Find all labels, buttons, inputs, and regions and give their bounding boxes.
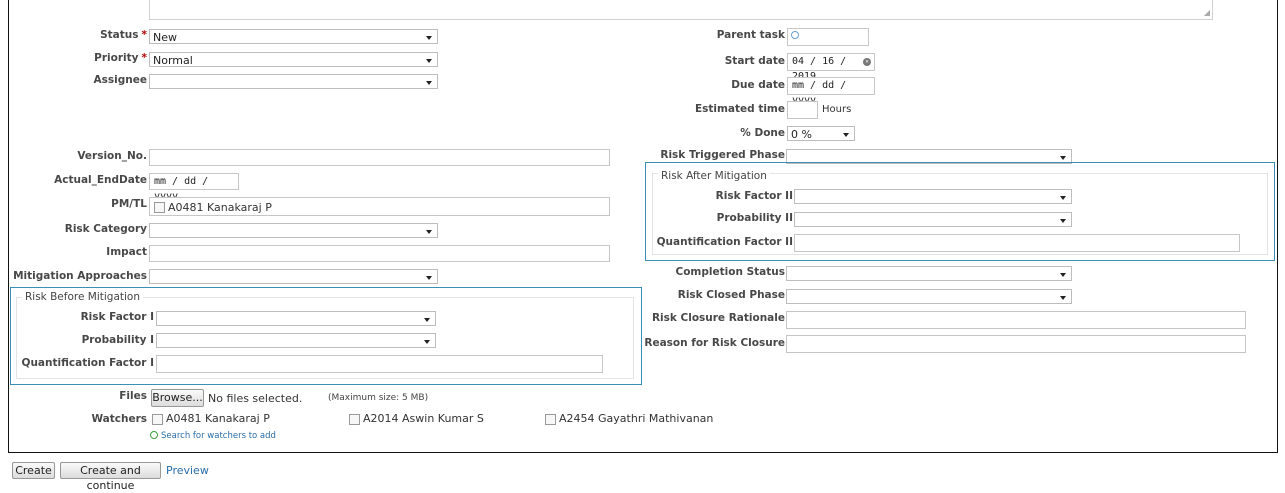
mitigation-approaches-select[interactable] — [149, 269, 438, 284]
risk-closed-phase-select[interactable] — [786, 289, 1072, 304]
probability-i-select[interactable] — [156, 333, 436, 348]
probability-ii-select[interactable] — [794, 212, 1072, 227]
search-icon — [791, 31, 799, 39]
completion-status-select[interactable] — [786, 266, 1072, 281]
completion-status-label: Completion Status — [675, 266, 785, 278]
chevron-down-icon — [1060, 273, 1066, 277]
watcher-name: A2454 Gayathri Mathivanan — [559, 412, 714, 425]
risk-factor-ii-select[interactable] — [794, 189, 1072, 204]
impact-label: Impact — [106, 246, 147, 258]
status-select[interactable]: New — [149, 29, 438, 44]
hours-unit: Hours — [822, 104, 852, 115]
chevron-down-icon — [424, 318, 430, 322]
pm-tl-label: PM/TL — [111, 198, 147, 210]
pm-tl-box: A0481 Kanakaraj P — [149, 197, 610, 216]
chevron-down-icon — [426, 230, 432, 234]
description-textarea[interactable]: ◢ — [149, 0, 1213, 20]
version-no-input[interactable] — [149, 149, 610, 166]
create-button[interactable]: Create — [12, 462, 55, 479]
quantification-factor-ii-label: Quantification Factor II — [656, 236, 793, 248]
due-date-label: Due date — [731, 79, 785, 91]
risk-category-select[interactable] — [149, 223, 438, 238]
chevron-down-icon — [843, 133, 849, 137]
clear-date-icon[interactable]: ✕ — [863, 58, 871, 66]
risk-triggered-phase-label: Risk Triggered Phase — [660, 149, 785, 161]
chevron-down-icon — [1060, 156, 1066, 160]
start-date-input[interactable]: 04 / 16 / 2019 ✕ — [787, 53, 875, 82]
watcher-checkbox[interactable] — [349, 414, 360, 425]
chevron-down-icon — [1060, 219, 1066, 223]
estimated-time-input[interactable] — [787, 101, 818, 119]
due-date-input[interactable]: mm / dd / yyyy — [787, 77, 875, 106]
status-label: Status * — [100, 29, 147, 41]
resize-handle-icon[interactable]: ◢ — [1204, 9, 1210, 17]
add-icon — [150, 431, 158, 439]
watcher-name: A0481 Kanakaraj P — [166, 412, 270, 425]
probability-ii-label: Probability II — [716, 212, 793, 224]
search-watchers-link[interactable]: Search for watchers to add — [161, 431, 276, 441]
quantification-factor-i-input[interactable] — [156, 355, 603, 373]
parent-task-label: Parent task — [716, 29, 785, 41]
chevron-down-icon — [424, 340, 430, 344]
no-files-text: No files selected. — [208, 392, 303, 405]
risk-closure-rationale-input[interactable] — [786, 311, 1246, 329]
reason-for-risk-closure-label: Reason for Risk Closure — [644, 337, 785, 349]
impact-input[interactable] — [149, 245, 610, 262]
risk-after-legend: Risk After Mitigation — [658, 170, 770, 182]
watcher-name: A2014 Aswin Kumar S — [363, 412, 484, 425]
assignee-select[interactable] — [149, 74, 438, 89]
issue-form-panel: ◢ Status * New Priority * Normal Assignee … — [8, 0, 1278, 453]
actual-end-date-input[interactable]: mm / dd / yyyy — [149, 173, 239, 202]
chevron-down-icon — [1060, 196, 1066, 200]
assignee-label: Assignee — [93, 74, 147, 86]
watcher-checkbox[interactable] — [545, 414, 556, 425]
create-and-continue-button[interactable]: Create and continue — [60, 462, 161, 492]
probability-i-label: Probability I — [81, 334, 154, 346]
priority-label: Priority * — [94, 52, 147, 64]
priority-select[interactable]: Normal — [149, 52, 438, 67]
pm-tl-checkbox[interactable] — [154, 202, 165, 213]
version-no-label: Version_No. — [77, 150, 147, 162]
chevron-down-icon — [426, 36, 432, 40]
done-select[interactable]: 0 % — [787, 126, 855, 141]
pm-tl-option-label: A0481 Kanakaraj P — [168, 201, 272, 214]
browse-button[interactable]: Browse... — [151, 389, 204, 407]
risk-closed-phase-label: Risk Closed Phase — [677, 289, 785, 301]
chevron-down-icon — [426, 276, 432, 280]
risk-factor-i-select[interactable] — [156, 311, 436, 326]
risk-closure-rationale-label: Risk Closure Rationale — [651, 312, 785, 324]
quantification-factor-i-label: Quantification Factor I — [21, 357, 154, 369]
chevron-down-icon — [1060, 296, 1066, 300]
preview-link[interactable]: Preview — [166, 464, 209, 477]
chevron-down-icon — [426, 59, 432, 63]
reason-for-risk-closure-input[interactable] — [786, 335, 1246, 353]
risk-category-label: Risk Category — [64, 223, 147, 235]
quantification-factor-ii-input[interactable] — [794, 234, 1240, 252]
watchers-label: Watchers — [91, 413, 147, 425]
files-label: Files — [119, 390, 147, 402]
estimated-time-label: Estimated time — [694, 103, 785, 115]
risk-before-legend: Risk Before Mitigation — [22, 291, 143, 303]
parent-task-input[interactable] — [787, 28, 869, 46]
start-date-label: Start date — [724, 55, 785, 67]
mitigation-approaches-label: Mitigation Approaches — [13, 270, 147, 282]
actual-end-date-label: Actual_EndDate — [54, 174, 147, 186]
watcher-checkbox[interactable] — [152, 414, 163, 425]
risk-factor-i-label: Risk Factor I — [80, 311, 154, 323]
chevron-down-icon — [426, 81, 432, 85]
done-label: % Done — [740, 127, 785, 139]
max-size-note: (Maximum size: 5 MB) — [328, 393, 429, 403]
risk-factor-ii-label: Risk Factor II — [715, 190, 793, 202]
